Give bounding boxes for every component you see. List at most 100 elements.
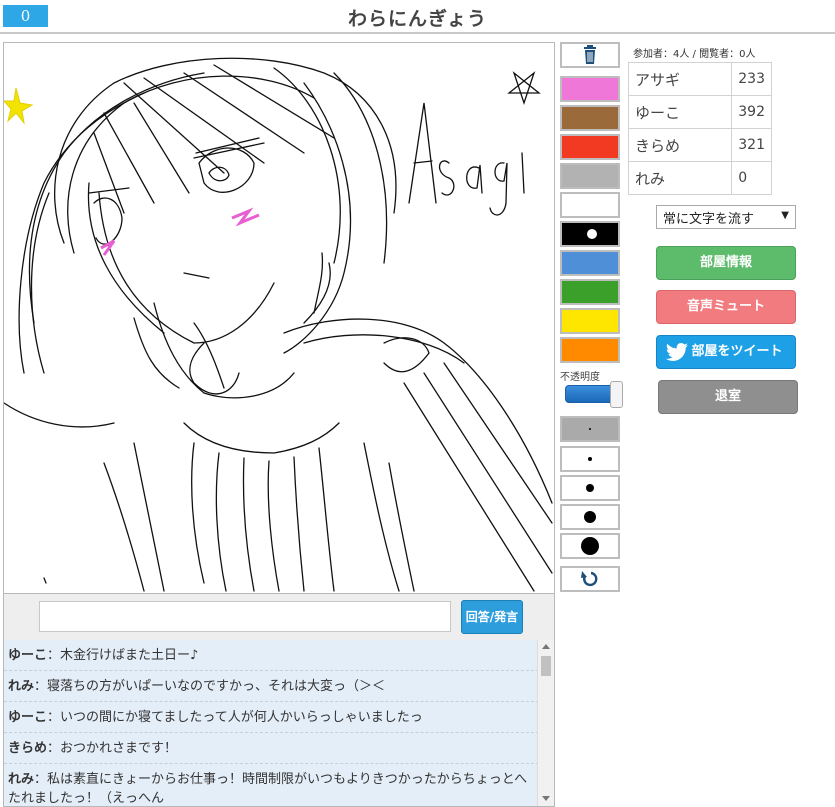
chat-author: ゆーこ [8,648,48,663]
chat-log[interactable]: ゆーこ：木金行けばまた土日ー♪ れみ：寝落ちの方がいぱーいなのですかっ、それは大… [3,640,555,807]
chat-message: ゆーこ：いつの間にか寝てましたって人が何人かいらっしゃいましたっ [4,702,539,733]
chat-text: ：寝落ちの方がいぱーいなのですかっ、それは大変っ（＞＜ [34,679,386,694]
player-score: 321 [731,128,772,162]
sketch-stroke [521,152,525,194]
player-score: 0 [731,161,772,195]
color-swatch[interactable] [560,105,620,131]
sketch-stroke [28,72,205,324]
answer-input[interactable] [39,601,451,632]
scoreboard: アサギ 233 ゆーこ 392 きらめ 321 れみ 0 [627,62,772,195]
yellow-star-stroke [4,87,34,125]
sketch-stroke [93,197,123,245]
sketch-stroke [189,342,240,395]
player-score: 392 [731,95,772,129]
sketch-stroke [489,162,508,216]
answer-bar: 回答/発言 [3,594,555,640]
sketch-stroke [43,577,47,584]
color-swatch[interactable] [560,279,620,305]
sketch-stroke [93,102,190,214]
player-name: れみ [627,161,733,195]
sketch-stroke [273,67,341,264]
sketch-stroke [267,460,280,592]
mute-audio-button[interactable]: 音声ミュート [656,290,796,324]
chat-scrollbar[interactable] [537,640,554,806]
color-swatch[interactable] [560,76,620,102]
chat-message: ゆーこ：木金行けばまた土日ー♪ [4,640,539,671]
pen-size-dot [581,537,599,555]
chat-list: ゆーこ：木金行けばまた土日ー♪ れみ：寝落ちの方がいぱーいなのですかっ、それは大… [4,640,539,806]
selected-color-dot [587,229,597,239]
drawing-svg [4,57,553,592]
score-row: ゆーこ 392 [627,95,772,129]
sketch-stroke [333,72,388,264]
scroll-up-arrow-icon[interactable] [542,644,550,649]
scroll-thumb[interactable] [541,656,551,676]
answer-submit-button[interactable]: 回答/発言 [461,600,523,634]
sketch-stroke [283,318,553,504]
clear-canvas-button[interactable] [560,42,620,68]
sketch-stroke [318,447,335,592]
opacity-label: 不透明度 [560,372,600,383]
dropdown-caret-icon: ▼ [781,210,789,221]
chat-text: ：いつの間にか寝てましたって人が何人かいらっしゃいましたっ [47,710,423,725]
undo-icon [581,571,598,587]
sketch-stroke [4,402,115,428]
text-mode-value: 常に文字を流す [663,212,755,227]
sketch-stroke [408,102,437,204]
tweet-room-button[interactable]: 部屋をツイート [656,335,796,369]
app-root: 0 わらにんぎょう 回答/発言 ゆーこ：木金行けばまた土日ー♪ れみ：寝落ちの方… [0,0,835,807]
sketch-stroke [191,442,205,584]
sketch-stroke [103,462,145,592]
pen-size-dot [586,484,594,492]
score-row: きらめ 321 [627,128,772,162]
sketch-stroke [466,164,483,194]
pen-size-button[interactable] [560,475,620,501]
color-swatch[interactable] [560,308,620,334]
color-swatch[interactable] [560,192,620,218]
color-swatch[interactable] [560,250,620,276]
color-swatch[interactable] [560,163,620,189]
chat-message: れみ：私は素直にきょーからお仕事っ！時間制限がいつもよりきつかったからちょっとへ… [4,764,539,806]
room-info-button[interactable]: 部屋情報 [656,246,796,280]
sketch-stroke [183,272,210,279]
sketch-stroke [293,456,305,592]
player-name: アサギ [627,62,733,96]
sketch-stroke [383,337,430,373]
scroll-down-arrow-icon[interactable] [542,796,550,801]
trash-icon [584,45,596,64]
chat-author: きらめ [8,741,48,756]
undo-button[interactable] [560,566,620,592]
sketch-stroke [363,442,400,592]
pink-blush-stroke [231,207,260,227]
drawing-canvas[interactable] [3,42,555,594]
sketch-stroke [193,322,225,389]
pen-size-button[interactable] [560,504,620,530]
chat-author: れみ [8,772,35,787]
leave-room-button[interactable]: 退室 [658,380,798,414]
chat-message: れみ：寝落ちの方がいぱーいなのですかっ、それは大変っ（＞＜ [4,671,539,702]
color-swatch[interactable] [560,221,620,247]
sketch-stroke [438,160,455,196]
chat-author: ゆーこ [8,710,48,725]
pen-size-dot [584,511,596,523]
color-swatch[interactable] [560,337,620,363]
color-swatch[interactable] [560,134,620,160]
sketch-stroke [98,192,275,344]
chat-text: ：おつかれさまです！ [47,741,178,756]
sketch-stroke [123,64,335,174]
pen-size-button[interactable] [560,416,620,442]
text-mode-select[interactable]: 常に文字を流す ▼ [656,205,796,229]
sketch-stroke [423,372,553,574]
pen-size-button[interactable] [560,533,620,559]
chat-message: きらめ：おつかれさまです！ [4,733,539,764]
pen-size-dot [588,457,592,461]
opacity-slider-thumb[interactable] [610,381,623,408]
sketch-stroke [215,452,227,592]
player-name: きらめ [627,128,733,162]
pen-size-dot [589,428,591,430]
pen-size-button[interactable] [560,446,620,472]
sketch-stroke [153,302,295,399]
sketch-stroke [403,382,535,592]
sketch-stroke [443,362,553,524]
opacity-slider-track[interactable] [565,385,615,403]
